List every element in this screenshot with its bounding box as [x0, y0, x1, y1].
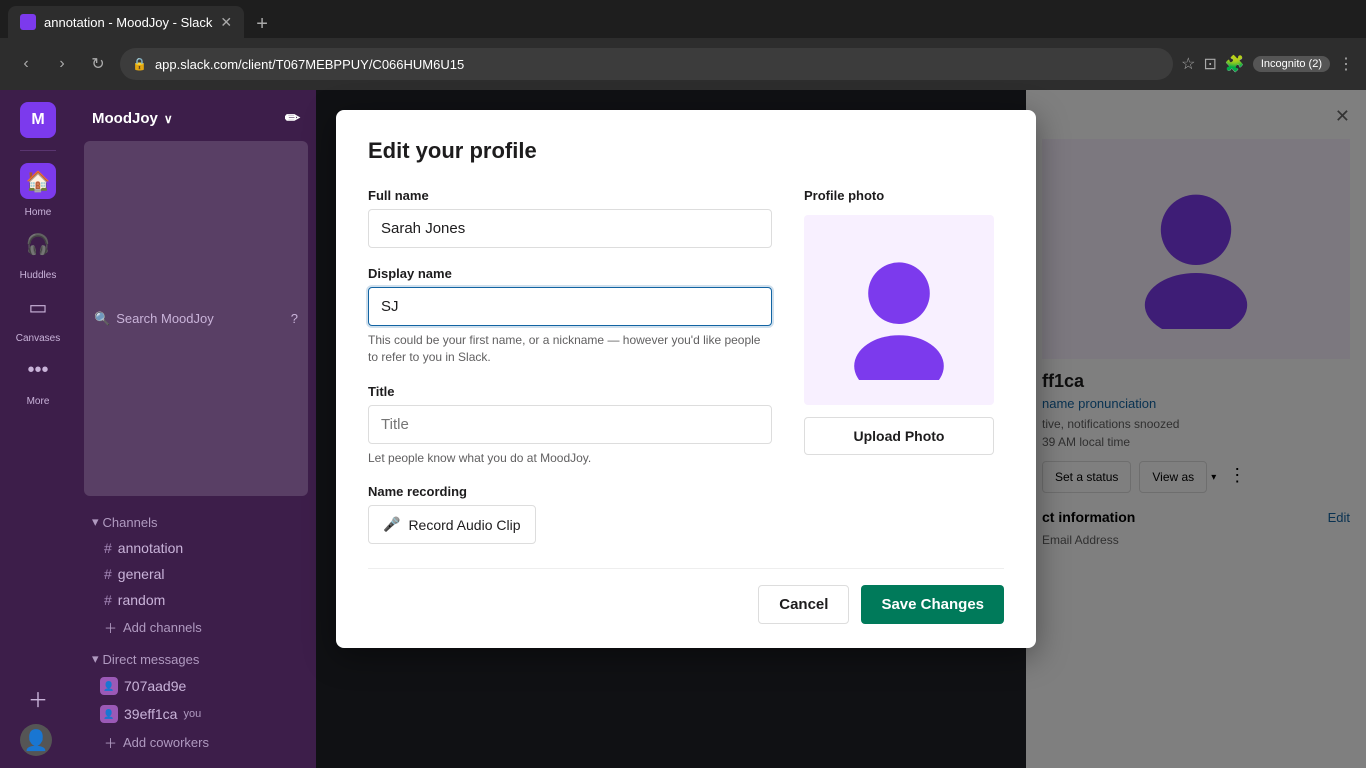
avatar-svg: [829, 240, 969, 380]
active-tab[interactable]: annotation - MoodJoy - Slack ✕: [8, 6, 244, 38]
channel-name: random: [118, 592, 165, 608]
title-label: Title: [368, 384, 772, 399]
sidebar-item-more-label: More: [27, 396, 50, 407]
name-recording-label: Name recording: [368, 484, 772, 499]
sidebar-item-home-label: Home: [25, 207, 52, 218]
channel-item-general[interactable]: # general: [76, 562, 316, 586]
dropdown-icon: ∨: [164, 112, 173, 126]
sidebar-item-more[interactable]: •••: [20, 352, 56, 388]
search-icon: 🔍: [94, 311, 110, 327]
channel-name: annotation: [118, 540, 183, 556]
full-name-input[interactable]: [368, 209, 772, 248]
app-container: M 🏠 Home 🎧 Huddles ▭ Canvases ••• More ＋…: [0, 90, 1366, 768]
full-name-label: Full name: [368, 188, 772, 203]
extension-icon[interactable]: 🧩: [1225, 54, 1245, 74]
modal-form-right: Profile photo Upload Photo: [804, 188, 1004, 544]
lock-icon: 🔒: [132, 57, 147, 71]
tab-title: annotation - MoodJoy - Slack: [44, 15, 212, 30]
modal-footer: Cancel Save Changes: [368, 568, 1004, 624]
title-input[interactable]: [368, 405, 772, 444]
dm-item-707[interactable]: 👤 707aad9e: [76, 673, 316, 699]
new-tab-button[interactable]: +: [248, 10, 276, 38]
channel-item-random[interactable]: # random: [76, 588, 316, 612]
display-name-hint: This could be your first name, or a nick…: [368, 332, 772, 366]
tab-close-button[interactable]: ✕: [220, 14, 232, 31]
modal-body: Full name Display name This could be you…: [368, 188, 1004, 544]
workspace-avatar[interactable]: M: [20, 102, 56, 138]
tab-bar: annotation - MoodJoy - Slack ✕ +: [0, 0, 1366, 38]
dm-name: 39eff1ca: [124, 706, 177, 722]
hash-icon: #: [104, 592, 112, 608]
refresh-button[interactable]: ↻: [84, 50, 112, 78]
search-placeholder: Search MoodJoy: [116, 311, 214, 326]
hash-icon: #: [104, 566, 112, 582]
star-icon[interactable]: ☆: [1181, 54, 1195, 74]
url-text: app.slack.com/client/T067MEBPPUY/C066HUM…: [155, 57, 464, 72]
menu-icon[interactable]: ⋮: [1338, 54, 1354, 74]
modal-overlay: Edit your profile Full name Display name: [316, 90, 1366, 768]
nav-bar: ‹ › ↻ 🔒 app.slack.com/client/T067MEBPPUY…: [0, 38, 1366, 90]
profile-photo-label: Profile photo: [804, 188, 1004, 203]
forward-button[interactable]: ›: [48, 50, 76, 78]
full-name-group: Full name: [368, 188, 772, 248]
sidebar-item-huddles[interactable]: 🎧: [20, 226, 56, 262]
dm-name: 707aad9e: [124, 678, 186, 694]
help-icon: ?: [291, 311, 298, 326]
dm-item-39eff[interactable]: 👤 39eff1ca you: [76, 701, 316, 727]
modal-form-left: Full name Display name This could be you…: [368, 188, 772, 544]
upload-photo-button[interactable]: Upload Photo: [804, 417, 994, 455]
hash-icon: #: [104, 540, 112, 556]
dms-collapse-icon[interactable]: ▾: [92, 651, 99, 667]
incognito-badge: Incognito (2): [1253, 56, 1330, 72]
workspace-name[interactable]: MoodJoy ∨ ✏: [76, 102, 316, 135]
channels-section-label: ▾ Channels: [76, 506, 316, 534]
channel-item-annotation[interactable]: # annotation: [76, 536, 316, 560]
nav-actions: ☆ ⊡ 🧩 Incognito (2) ⋮: [1181, 54, 1354, 74]
profile-photo-container: [804, 215, 994, 405]
sidebar-item-canvases[interactable]: ▭: [20, 289, 56, 325]
channels-collapse-icon[interactable]: ▾: [92, 514, 99, 530]
title-group: Title Let people know what you do at Moo…: [368, 384, 772, 467]
sidebar: M 🏠 Home 🎧 Huddles ▭ Canvases ••• More ＋…: [0, 90, 76, 768]
dms-section-label: ▾ Direct messages: [76, 643, 316, 671]
display-name-group: Display name This could be your first na…: [368, 266, 772, 366]
main-content: ✕ ff1ca name pronunciation tive, notific…: [316, 90, 1366, 768]
user-avatar-button[interactable]: 👤: [20, 724, 52, 756]
cancel-button[interactable]: Cancel: [758, 585, 849, 624]
tab-favicon: [20, 14, 36, 30]
dm-avatar-707: 👤: [100, 677, 118, 695]
sidebar-separator: [20, 150, 56, 151]
slack-search-bar[interactable]: 🔍 Search MoodJoy ?: [84, 141, 308, 496]
name-recording-group: Name recording 🎤 Record Audio Clip: [368, 484, 772, 544]
display-name-input[interactable]: [368, 287, 772, 326]
dm-avatar-39eff: 👤: [100, 705, 118, 723]
modal-title: Edit your profile: [368, 138, 1004, 164]
browser-chrome: annotation - MoodJoy - Slack ✕ + ‹ › ↻ 🔒…: [0, 0, 1366, 90]
add-workspace-button[interactable]: ＋: [20, 680, 56, 716]
record-audio-button[interactable]: 🎤 Record Audio Clip: [368, 505, 536, 544]
microphone-icon: 🎤: [383, 516, 400, 533]
edit-profile-modal: Edit your profile Full name Display name: [336, 110, 1036, 648]
channel-name: general: [118, 566, 165, 582]
add-channels-button[interactable]: ＋ Add channels: [76, 614, 316, 641]
dm-you-badge: you: [183, 708, 201, 720]
sidebar-item-huddles-label: Huddles: [20, 270, 57, 281]
plus-icon: ＋: [104, 618, 117, 637]
sidebar-item-home[interactable]: 🏠: [20, 163, 56, 199]
plus-icon: ＋: [104, 733, 117, 752]
add-coworkers-button[interactable]: ＋ Add coworkers: [76, 729, 316, 756]
channel-panel: MoodJoy ∨ ✏ 🔍 Search MoodJoy ? ▾ Channel…: [76, 90, 316, 768]
sidebar-item-canvases-label: Canvases: [16, 333, 60, 344]
back-button[interactable]: ‹: [12, 50, 40, 78]
title-hint: Let people know what you do at MoodJoy.: [368, 450, 772, 467]
display-name-label: Display name: [368, 266, 772, 281]
save-changes-button[interactable]: Save Changes: [861, 585, 1004, 624]
address-bar[interactable]: 🔒 app.slack.com/client/T067MEBPPUY/C066H…: [120, 48, 1173, 80]
compose-icon[interactable]: ✏: [285, 108, 300, 129]
sidebar-toggle-icon[interactable]: ⊡: [1204, 54, 1217, 74]
